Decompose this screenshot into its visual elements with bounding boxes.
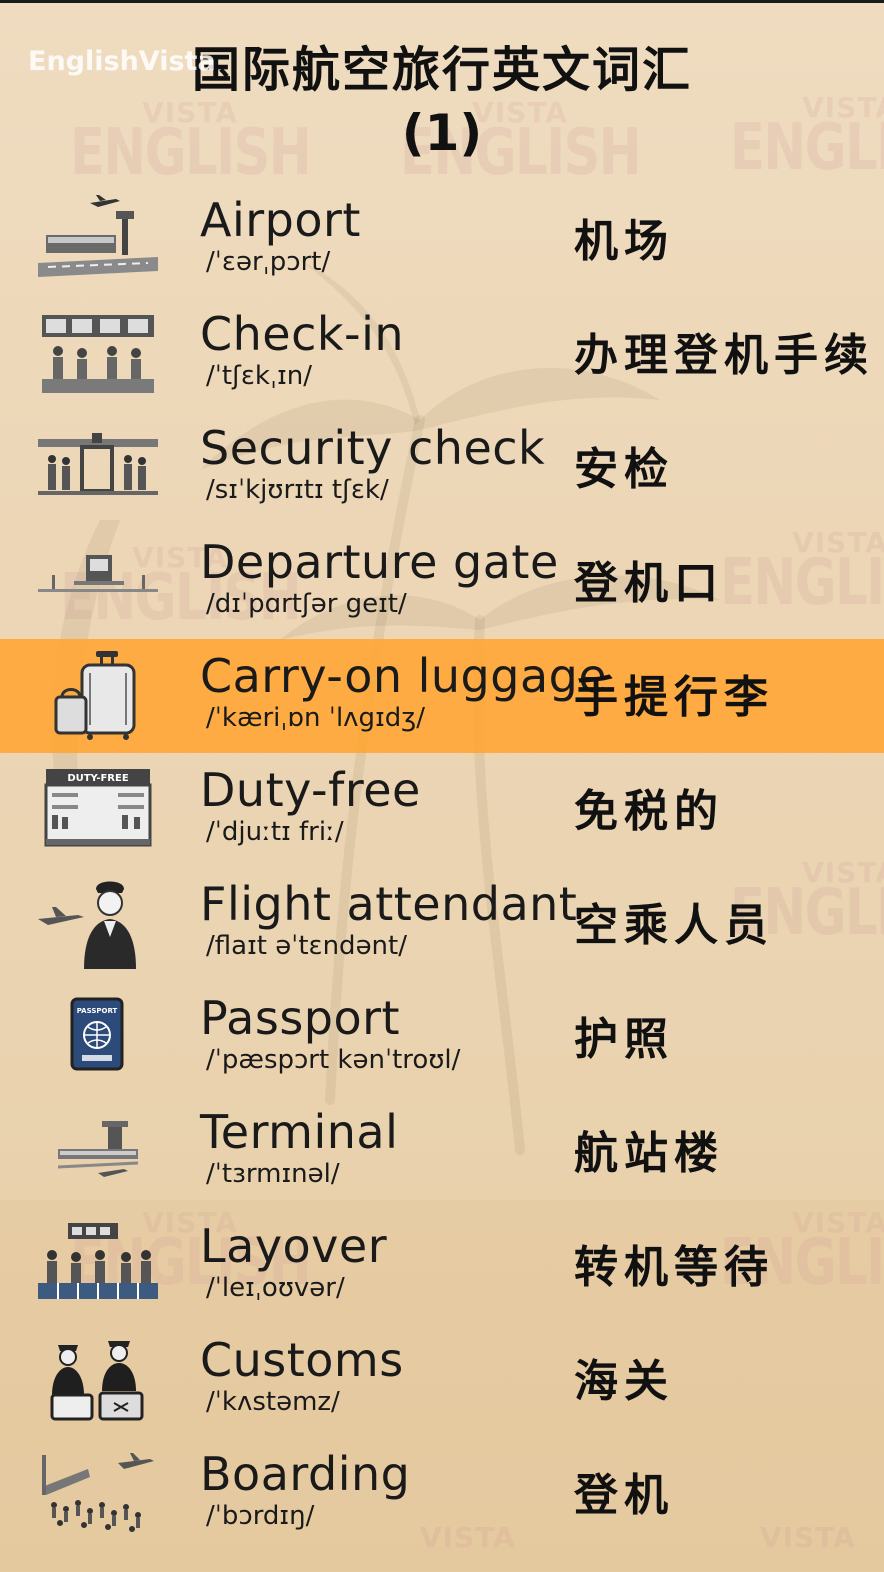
vocab-translation: 登机	[574, 1470, 674, 1521]
vocab-ipa: /ˈkʌstəmz/	[206, 1387, 340, 1417]
vocab-row: Customs /ˈkʌstəmz/ 海关	[0, 1323, 884, 1437]
flight-attendant-icon	[38, 881, 136, 969]
vocab-row: Check-in /ˈtʃɛkˌɪn/ 办理登机手续	[0, 297, 884, 411]
vocab-translation: 办理登机手续	[574, 330, 874, 381]
vocab-translation: 手提行李	[574, 672, 774, 723]
vocab-ipa: /flaɪt əˈtɛndənt/	[206, 931, 407, 961]
vocab-translation: 航站楼	[574, 1128, 724, 1179]
vocab-term: Passport	[200, 991, 401, 1045]
vocab-translation: 空乘人员	[574, 900, 774, 951]
vocab-row: Airport /ˈɛərˌpɔrt/ 机场	[0, 183, 884, 297]
check-in-counter-icon	[42, 315, 154, 393]
layover-icon	[38, 1223, 158, 1299]
customs-icon	[50, 1341, 144, 1421]
duty-free-shop-icon: DUTY-FREE	[44, 769, 152, 847]
site-label: EnglishVista	[28, 46, 216, 77]
top-border	[0, 0, 884, 3]
boarding-icon	[42, 1453, 154, 1532]
airport-icon	[38, 195, 158, 277]
vocab-translation: 免税的	[574, 786, 724, 837]
vocab-ipa: /ˈpæspɔrt kənˈtroʊl/	[206, 1045, 461, 1075]
vocab-row: Terminal /ˈtɜrmɪnəl/ 航站楼	[0, 1095, 884, 1209]
vocab-row: Departure gate /dɪˈpɑrtʃər geɪt/ 登机口	[0, 525, 884, 639]
vocab-ipa: /sɪˈkjʊrɪtɪ tʃɛk/	[206, 475, 389, 505]
vocab-list: Airport /ˈɛərˌpɔrt/ 机场 Check-in /ˈtʃɛkˌɪ…	[0, 183, 884, 1551]
vocab-ipa: /ˈdjuːtɪ friː/	[206, 817, 344, 847]
vocab-term: Airport	[200, 193, 361, 247]
vocab-ipa: /ˈkæriˌɒn ˈlʌgɪdʒ/	[206, 703, 426, 733]
security-check-icon	[38, 433, 158, 495]
vocab-row: Flight attendant /flaɪt əˈtɛndənt/ 空乘人员	[0, 867, 884, 981]
vocab-translation: 护照	[574, 1014, 674, 1065]
vocab-row: Security check /sɪˈkjʊrɪtɪ tʃɛk/ 安检	[0, 411, 884, 525]
vocab-term: Security check	[200, 421, 546, 475]
vocab-row: DUTY-FREE Duty-free /ˈdjuːtɪ friː/ 免税的	[0, 753, 884, 867]
vocab-row: Boarding /ˈbɔrdɪŋ/ 登机	[0, 1437, 884, 1551]
vocab-translation: 转机等待	[574, 1242, 774, 1293]
vocab-term: Check-in	[200, 307, 405, 361]
vocab-ipa: /ˈleɪˌoʊvər/	[206, 1273, 345, 1303]
vocab-translation: 海关	[574, 1356, 674, 1407]
vocab-term: Layover	[200, 1219, 388, 1273]
vocab-ipa: /ˈbɔrdɪŋ/	[206, 1501, 315, 1531]
vocab-term: Customs	[200, 1333, 404, 1387]
vocab-translation: 机场	[574, 216, 674, 267]
vocab-term: Flight attendant	[200, 877, 578, 931]
vocab-term: Carry-on luggage	[200, 649, 608, 703]
vocab-term: Departure gate	[200, 535, 559, 589]
svg-text:PASSPORT: PASSPORT	[77, 1007, 118, 1015]
vocab-translation: 登机口	[574, 558, 724, 609]
vocab-row-highlighted: Carry-on luggage /ˈkæriˌɒn ˈlʌgɪdʒ/ 手提行李	[0, 639, 884, 753]
vocab-ipa: /dɪˈpɑrtʃər geɪt/	[206, 589, 407, 619]
vocab-term: Duty-free	[200, 763, 421, 817]
vocab-term: Terminal	[200, 1105, 399, 1159]
vocab-ipa: /ˈɛərˌpɔrt/	[206, 247, 331, 277]
vocab-translation: 安检	[574, 444, 674, 495]
departure-gate-icon	[38, 555, 158, 592]
vocab-row: PASSPORT Passport /ˈpæspɔrt kənˈtroʊl/ 护…	[0, 981, 884, 1095]
luggage-icon	[54, 651, 136, 740]
page-number: (1)	[401, 104, 483, 162]
terminal-icon	[57, 1121, 139, 1177]
vocab-term: Boarding	[200, 1447, 411, 1501]
vocab-row: Layover /ˈleɪˌoʊvər/ 转机等待	[0, 1209, 884, 1323]
vocab-ipa: /ˈtʃɛkˌɪn/	[206, 361, 312, 391]
svg-text:DUTY-FREE: DUTY-FREE	[67, 773, 129, 784]
vocab-ipa: /ˈtɜrmɪnəl/	[206, 1159, 340, 1189]
passport-icon: PASSPORT	[70, 997, 124, 1071]
